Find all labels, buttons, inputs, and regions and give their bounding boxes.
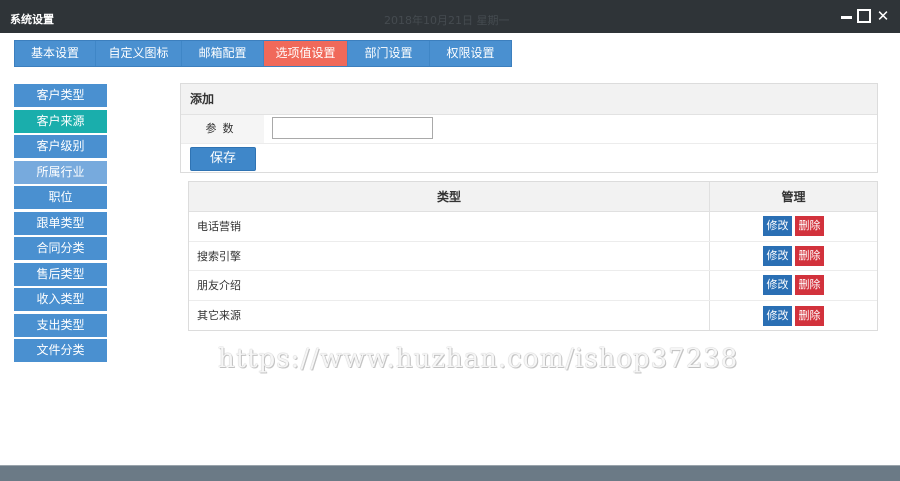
- row-actions: 修改 删除: [710, 271, 877, 300]
- sidebar-item-industry[interactable]: 所属行业: [14, 160, 107, 184]
- row-type-cell: 朋友介绍: [189, 271, 710, 300]
- add-panel-heading: 添加: [181, 84, 877, 115]
- sidebar-item-file-category[interactable]: 文件分类: [14, 339, 107, 362]
- delete-button[interactable]: 删除: [795, 275, 824, 296]
- edit-button[interactable]: 修改: [763, 245, 792, 266]
- tab-permission-settings[interactable]: 权限设置: [430, 41, 511, 66]
- sidebar-item-customer-type[interactable]: 客户类型: [14, 84, 107, 107]
- row-actions: 修改 删除: [710, 212, 877, 241]
- tab-department-settings[interactable]: 部门设置: [348, 41, 430, 66]
- settings-window: 系统设置 2018年10月21日 星期一 ✕ 基本设置 自定义图标 邮箱配置 选…: [0, 0, 900, 466]
- sidebar-item-contract-category[interactable]: 合同分类: [14, 237, 107, 260]
- close-icon[interactable]: ✕: [876, 9, 890, 24]
- maximize-icon[interactable]: [857, 9, 871, 23]
- window-title: 系统设置: [10, 13, 54, 26]
- table-header: 类型 管理: [189, 182, 877, 212]
- tab-email-config[interactable]: 邮箱配置: [182, 41, 264, 66]
- minimize-icon[interactable]: [839, 9, 853, 23]
- row-actions: 修改 删除: [710, 242, 877, 271]
- delete-button[interactable]: 删除: [795, 216, 824, 237]
- column-header-type: 类型: [189, 182, 710, 211]
- sidebar-item-followup-type[interactable]: 跟单类型: [14, 211, 107, 235]
- column-header-manage: 管理: [781, 190, 806, 204]
- tab-option-values[interactable]: 选项值设置: [264, 41, 348, 66]
- param-label: 参数: [181, 115, 264, 143]
- sidebar-item-aftersale-type[interactable]: 售后类型: [14, 262, 107, 286]
- param-input[interactable]: [272, 117, 433, 139]
- row-type-cell: 其它来源: [189, 300, 710, 331]
- edit-button[interactable]: 修改: [763, 275, 792, 296]
- table-row: 搜索引擎 修改 删除: [189, 241, 877, 272]
- date-text: 2018年10月21日 星期一: [384, 14, 510, 27]
- settings-tabs: 基本设置 自定义图标 邮箱配置 选项值设置 部门设置 权限设置: [14, 40, 512, 67]
- row-actions: 修改 删除: [710, 301, 877, 331]
- table-row: 朋友介绍 修改 删除: [189, 271, 877, 301]
- options-table: 类型 管理 电话营销 修改 删除 搜索引擎 修改 删除 朋友介绍 修改 删除 其: [188, 181, 878, 332]
- edit-button[interactable]: 修改: [763, 216, 792, 237]
- tab-basic-settings[interactable]: 基本设置: [15, 41, 96, 66]
- param-row: 参数: [181, 115, 877, 144]
- add-option-panel: 添加 参数 保存: [180, 83, 878, 173]
- table-row: 其它来源 修改 删除: [189, 300, 877, 331]
- edit-button[interactable]: 修改: [763, 305, 792, 326]
- option-category-sidebar: 客户类型 客户来源 客户级别 所属行业 职位 跟单类型 合同分类 售后类型 收入…: [14, 84, 107, 365]
- sidebar-item-customer-level[interactable]: 客户级别: [14, 135, 107, 158]
- row-type-cell: 电话营销: [189, 212, 710, 241]
- delete-button[interactable]: 删除: [795, 305, 824, 326]
- sidebar-item-customer-source[interactable]: 客户来源: [14, 109, 107, 133]
- sidebar-item-position[interactable]: 职位: [14, 186, 107, 209]
- save-button[interactable]: 保存: [190, 147, 256, 171]
- tab-custom-icons[interactable]: 自定义图标: [96, 41, 182, 66]
- watermark-text: https://www.huzhan.com/ishop37238: [218, 344, 739, 374]
- table-row: 电话营销 修改 删除: [189, 212, 877, 242]
- row-type-cell: 搜索引擎: [189, 241, 710, 271]
- sidebar-item-expense-type[interactable]: 支出类型: [14, 313, 107, 337]
- delete-button[interactable]: 删除: [795, 245, 824, 266]
- title-bar[interactable]: 系统设置 2018年10月21日 星期一 ✕: [0, 0, 900, 33]
- sidebar-item-income-type[interactable]: 收入类型: [14, 288, 107, 311]
